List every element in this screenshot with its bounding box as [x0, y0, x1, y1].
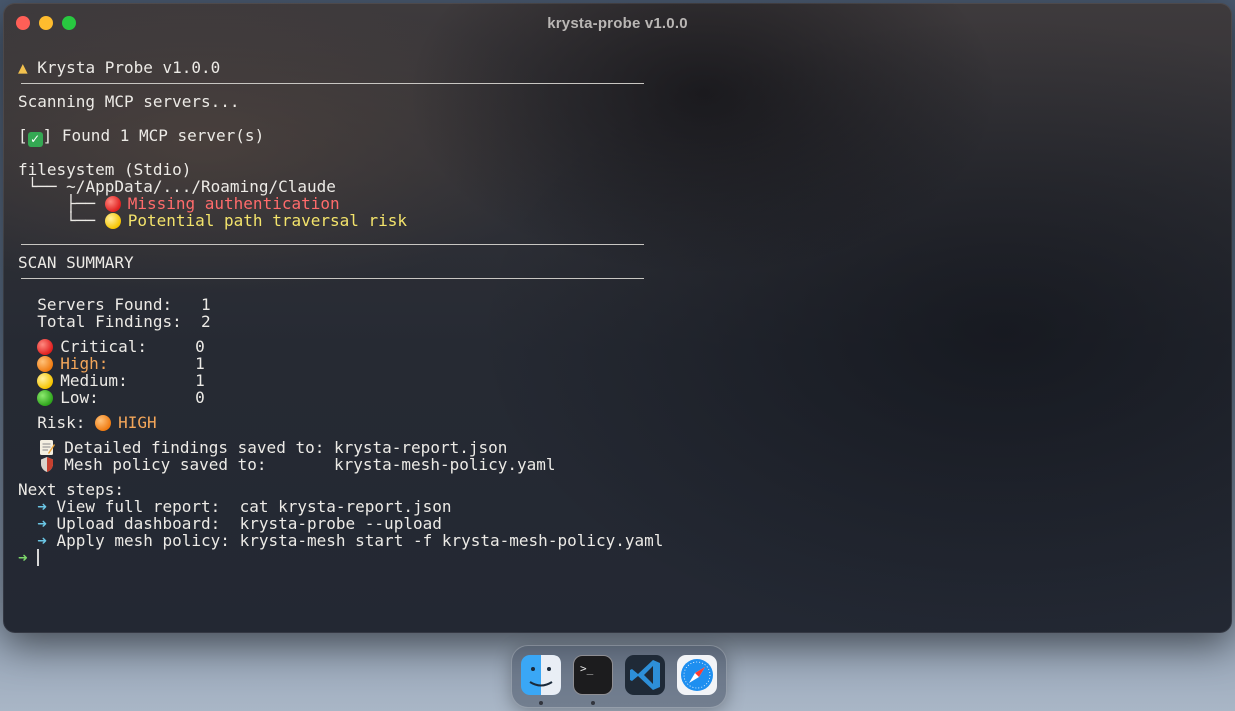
divider	[21, 278, 644, 279]
next-step-item: ➜ Upload dashboard: krysta-probe --uploa…	[18, 514, 442, 533]
minimize-button[interactable]	[39, 16, 53, 30]
medium-dot-icon	[104, 213, 121, 229]
server-name: filesystem (Stdio)	[18, 160, 192, 179]
divider	[21, 83, 644, 84]
severity-medium: Medium: 1	[18, 372, 1218, 389]
medium-dot-icon	[37, 373, 54, 389]
scanning-line: Scanning MCP servers...	[18, 92, 240, 111]
finding-line: ├── Missing authentication	[18, 194, 340, 213]
next-steps-title: Next steps:	[18, 480, 124, 499]
memo-icon	[40, 440, 56, 455]
window-controls	[16, 16, 76, 30]
terminal-icon[interactable]: >_	[573, 655, 613, 695]
safari-icon[interactable]	[677, 655, 717, 695]
policy-file: krysta-mesh-policy.yaml	[333, 455, 556, 474]
report-saved-line: Detailed findings saved to: krysta-repor…	[18, 439, 1218, 456]
svg-text:>_: >_	[580, 662, 594, 675]
policy-saved-line: Mesh policy saved to: krysta-mesh-policy…	[18, 456, 1218, 473]
low-dot-icon	[37, 390, 54, 406]
text-cursor	[37, 549, 40, 566]
stat-servers: Servers Found: 1	[18, 295, 211, 314]
high-dot-icon	[37, 356, 54, 372]
severity-high: High: 1	[18, 355, 1218, 372]
warning-triangle-icon: ▲	[18, 58, 28, 77]
window-titlebar[interactable]: krysta-probe v1.0.0	[3, 3, 1232, 43]
stat-findings: Total Findings: 2	[18, 312, 211, 331]
next-step-item: ➜ Apply mesh policy: krysta-mesh start -…	[18, 531, 664, 550]
terminal-window: krysta-probe v1.0.0 ▲ Krysta Probe v1.0.…	[3, 3, 1232, 633]
finding-text: Potential path traversal risk	[127, 211, 408, 230]
risk-line: Risk: HIGH	[18, 413, 157, 432]
maximize-button[interactable]	[62, 16, 76, 30]
dock: >_	[511, 645, 727, 708]
prompt-arrow-icon: ➜	[18, 548, 28, 567]
checkmark-icon: ✓	[27, 132, 43, 147]
banner-text: Krysta Probe v1.0.0	[37, 58, 221, 77]
severity-critical: Critical: 0	[18, 338, 1218, 355]
server-path-line: └── ~/AppData/.../Roaming/Claude	[18, 177, 336, 196]
window-title: krysta-probe v1.0.0	[547, 14, 688, 32]
critical-dot-icon	[37, 339, 54, 355]
vscode-icon[interactable]	[625, 655, 665, 695]
finding-line: └── Potential path traversal risk	[18, 211, 408, 230]
running-indicator	[539, 701, 543, 705]
next-step-item: ➜ View full report: cat krysta-report.js…	[18, 497, 452, 516]
banner-line: ▲ Krysta Probe v1.0.0	[18, 59, 1218, 76]
close-button[interactable]	[16, 16, 30, 30]
shield-icon	[41, 457, 54, 472]
terminal-output[interactable]: ▲ Krysta Probe v1.0.0 Scanning MCP serve…	[18, 59, 1218, 566]
divider	[21, 244, 644, 245]
summary-title: SCAN SUMMARY	[18, 253, 134, 272]
running-indicator	[591, 701, 595, 705]
severity-low: Low: 0	[18, 389, 1218, 406]
critical-dot-icon	[104, 196, 121, 212]
risk-value: HIGH	[118, 413, 157, 432]
finder-icon[interactable]	[521, 655, 561, 695]
found-line: [✓] Found 1 MCP server(s)	[18, 126, 265, 147]
high-dot-icon	[95, 415, 112, 431]
prompt-line[interactable]: ➜	[18, 549, 1218, 566]
